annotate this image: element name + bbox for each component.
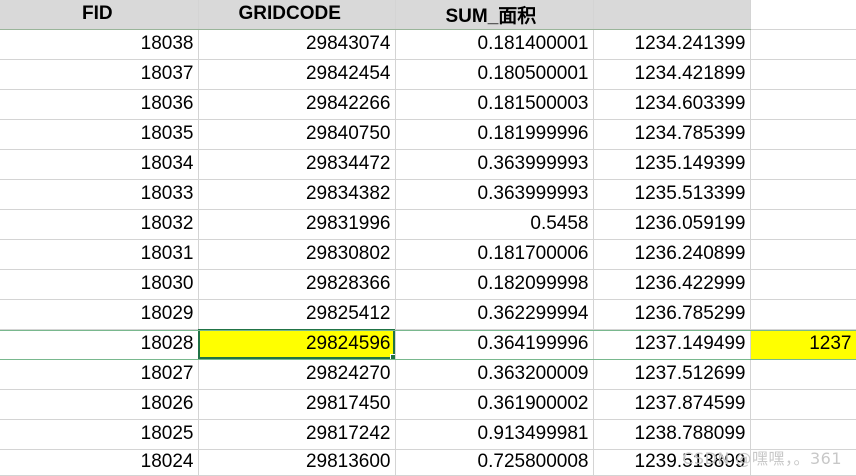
- cell[interactable]: 0.182099998: [395, 269, 594, 300]
- cell[interactable]: 1236.422999: [593, 269, 751, 300]
- cell[interactable]: 29834472: [198, 149, 396, 180]
- cell[interactable]: 0.362299994: [395, 299, 594, 330]
- cell[interactable]: 18038: [0, 29, 199, 60]
- cell[interactable]: [750, 119, 856, 150]
- cell[interactable]: 1234.785399: [593, 119, 751, 150]
- cell[interactable]: 0.363200009: [395, 359, 594, 390]
- cell[interactable]: 1237.512699: [593, 359, 751, 390]
- cell[interactable]: [750, 239, 856, 270]
- table-row: 18031 29830802 0.181700006 1236.240899: [0, 239, 856, 270]
- table-row: 18029 29825412 0.362299994 1236.785299: [0, 299, 856, 330]
- cell[interactable]: [750, 359, 856, 390]
- selected-cell-value: 29824596: [305, 333, 391, 354]
- cell[interactable]: 18032: [0, 209, 199, 240]
- table-row: 18033 29834382 0.363999993 1235.513399: [0, 179, 856, 210]
- cell[interactable]: 18033: [0, 179, 199, 210]
- table-row: 18030 29828366 0.182099998 1236.422999: [0, 269, 856, 300]
- column-header-fid[interactable]: FID: [0, 0, 199, 30]
- cell[interactable]: 0.363999993: [395, 149, 594, 180]
- cell[interactable]: 29840750: [198, 119, 396, 150]
- table-row: 18026 29817450 0.361900002 1237.874599: [0, 389, 856, 420]
- cell[interactable]: 1235.513399: [593, 179, 751, 210]
- cell[interactable]: 18037: [0, 59, 199, 90]
- cell[interactable]: [750, 389, 856, 420]
- cell[interactable]: 1235.149399: [593, 149, 751, 180]
- cell[interactable]: 18024: [0, 449, 199, 476]
- cell[interactable]: 0.361900002: [395, 389, 594, 420]
- highlighted-cell[interactable]: 1237: [750, 329, 856, 360]
- cell[interactable]: 18026: [0, 389, 199, 420]
- selected-cell[interactable]: 29824596: [198, 329, 396, 360]
- cell[interactable]: 18030: [0, 269, 199, 300]
- cell[interactable]: 29842266: [198, 89, 396, 120]
- cell[interactable]: 18031: [0, 239, 199, 270]
- cell[interactable]: 1236.240899: [593, 239, 751, 270]
- cell[interactable]: [750, 89, 856, 120]
- cell[interactable]: 29834382: [198, 179, 396, 210]
- cell[interactable]: 1234.421899: [593, 59, 751, 90]
- column-header-d[interactable]: [593, 0, 751, 30]
- table-row: 18032 29831996 0.5458 1236.059199: [0, 209, 856, 240]
- cell[interactable]: 18028: [0, 329, 199, 360]
- cell[interactable]: 29825412: [198, 299, 396, 330]
- fill-handle[interactable]: [389, 353, 394, 358]
- cell[interactable]: [750, 179, 856, 210]
- cell[interactable]: [750, 29, 856, 60]
- table-row: 18036 29842266 0.181500003 1234.603399: [0, 89, 856, 120]
- cell[interactable]: 29831996: [198, 209, 396, 240]
- cell[interactable]: 1237.149499: [593, 329, 751, 360]
- cell[interactable]: 18029: [0, 299, 199, 330]
- cell[interactable]: 1236.059199: [593, 209, 751, 240]
- cell[interactable]: 29817450: [198, 389, 396, 420]
- cell[interactable]: 0.181400001: [395, 29, 594, 60]
- cell[interactable]: 0.363999993: [395, 179, 594, 210]
- cell[interactable]: 0.5458: [395, 209, 594, 240]
- spreadsheet-grid[interactable]: FID GRIDCODE SUM_面积 18038 29843074 0.181…: [0, 0, 856, 476]
- cell[interactable]: 29824270: [198, 359, 396, 390]
- cell[interactable]: 29843074: [198, 29, 396, 60]
- cell[interactable]: [750, 269, 856, 300]
- cell[interactable]: 0.725800008: [395, 449, 594, 476]
- cell[interactable]: [750, 59, 856, 90]
- cell[interactable]: 0.181500003: [395, 89, 594, 120]
- cell[interactable]: 18025: [0, 419, 199, 450]
- cell[interactable]: [750, 209, 856, 240]
- cell[interactable]: 18036: [0, 89, 199, 120]
- column-header-gridcode[interactable]: GRIDCODE: [198, 0, 396, 30]
- cell[interactable]: 0.180500001: [395, 59, 594, 90]
- cell[interactable]: 29828366: [198, 269, 396, 300]
- cell[interactable]: 29817242: [198, 419, 396, 450]
- table-row: 18027 29824270 0.363200009 1237.512699: [0, 359, 856, 390]
- cell[interactable]: 1236.785299: [593, 299, 751, 330]
- table-row: 18034 29834472 0.363999993 1235.149399: [0, 149, 856, 180]
- cell[interactable]: [750, 299, 856, 330]
- cell[interactable]: 18027: [0, 359, 199, 390]
- table-row-active: 18028 29824596 0.364199996 1237.149499 1…: [0, 329, 856, 360]
- cell[interactable]: 29830802: [198, 239, 396, 270]
- cell[interactable]: [750, 149, 856, 180]
- watermark: CSDN @嘿嘿，。361: [682, 449, 842, 468]
- column-header-sum-area[interactable]: SUM_面积: [395, 0, 594, 30]
- cell[interactable]: 18035: [0, 119, 199, 150]
- cell[interactable]: 0.181700006: [395, 239, 594, 270]
- cell[interactable]: 0.364199996: [395, 329, 594, 360]
- header-row: FID GRIDCODE SUM_面积: [0, 0, 856, 30]
- table-row: 18035 29840750 0.181999996 1234.785399: [0, 119, 856, 150]
- table-row: 18037 29842454 0.180500001 1234.421899: [0, 59, 856, 90]
- cell[interactable]: 0.913499981: [395, 419, 594, 450]
- table-row: 18038 29843074 0.181400001 1234.241399: [0, 29, 856, 60]
- cell[interactable]: 1234.603399: [593, 89, 751, 120]
- cell[interactable]: 0.181999996: [395, 119, 594, 150]
- cell[interactable]: 18034: [0, 149, 199, 180]
- cell[interactable]: 1234.241399: [593, 29, 751, 60]
- cell[interactable]: 29813600: [198, 449, 396, 476]
- cell[interactable]: 1237.874599: [593, 389, 751, 420]
- column-header-e[interactable]: [750, 0, 856, 30]
- cell[interactable]: 29842454: [198, 59, 396, 90]
